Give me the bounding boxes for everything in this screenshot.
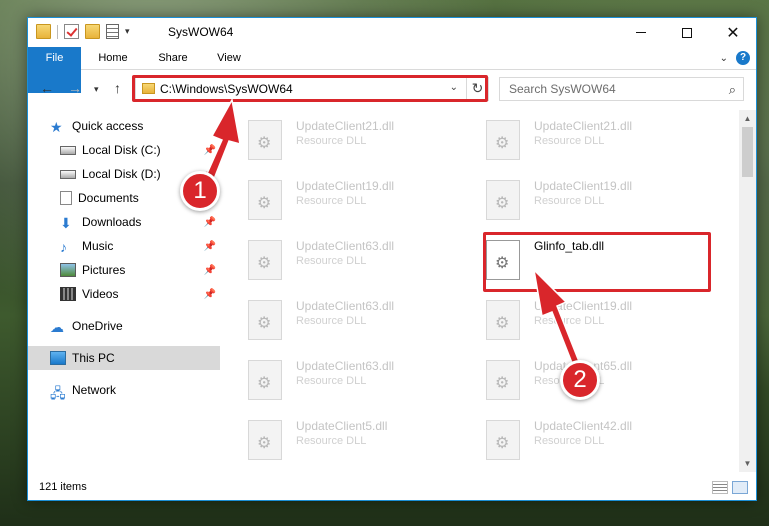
arrow-2 <box>532 267 581 370</box>
step-2-badge: 2 <box>560 360 600 400</box>
arrow-1 <box>204 97 241 180</box>
step-1-badge: 1 <box>180 171 220 211</box>
annotation-arrows <box>204 97 581 370</box>
